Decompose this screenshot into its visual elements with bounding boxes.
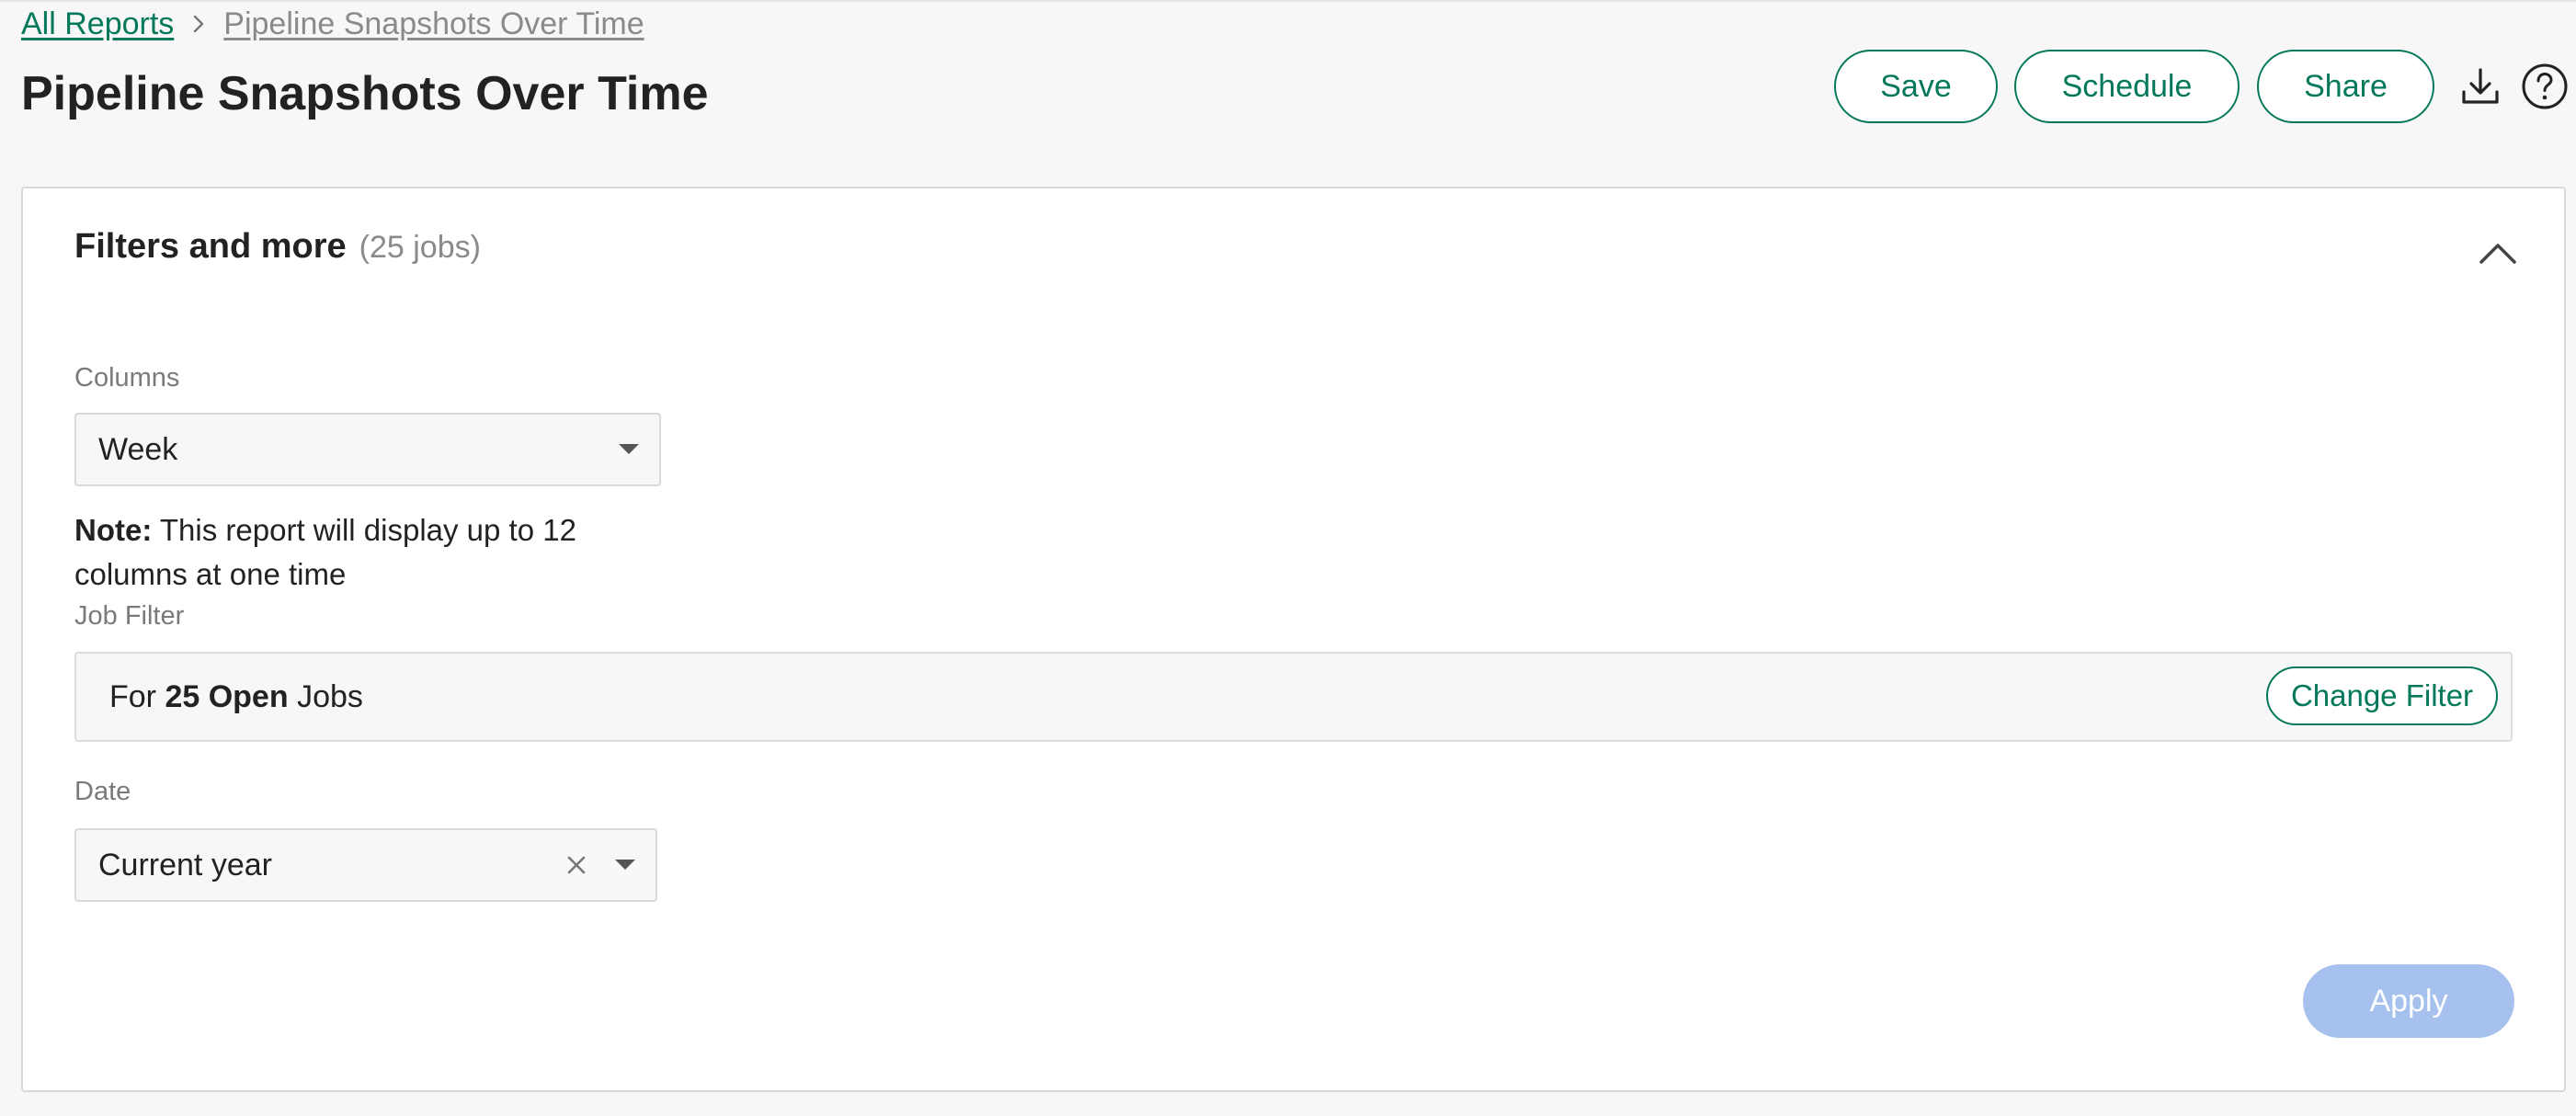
caret-down-icon <box>615 860 635 870</box>
jobs-count: (25 jobs) <box>359 230 481 265</box>
header-actions: Save Schedule Share <box>1834 49 2576 124</box>
apply-button[interactable]: Apply <box>2303 964 2514 1038</box>
help-icon[interactable] <box>2521 63 2569 110</box>
breadcrumb-current: Pipeline Snapshots Over Time <box>223 6 644 41</box>
job-filter-suffix: Jobs <box>288 678 363 714</box>
filters-panel: Filters and more (25 jobs) Columns Week … <box>21 187 2566 1092</box>
job-filter-box: For 25 Open Jobs Change Filter <box>74 652 2513 742</box>
filters-header: Filters and more (25 jobs) <box>74 227 481 267</box>
download-icon[interactable] <box>2456 63 2504 110</box>
top-border <box>0 0 2576 2</box>
save-button[interactable]: Save <box>1834 50 1998 123</box>
breadcrumb: All Reports Pipeline Snapshots Over Time <box>21 6 644 42</box>
date-select-value: Current year <box>98 847 272 883</box>
chevron-up-icon[interactable] <box>2474 229 2522 277</box>
share-button[interactable]: Share <box>2257 50 2434 123</box>
chevron-right-icon <box>190 6 207 42</box>
breadcrumb-all-reports-link[interactable]: All Reports <box>21 6 174 42</box>
note-prefix: Note: <box>74 513 153 547</box>
columns-note: Note: This report will display up to 12 … <box>74 508 626 597</box>
change-filter-button[interactable]: Change Filter <box>2266 666 2498 725</box>
date-select[interactable]: Current year <box>74 828 657 902</box>
schedule-button[interactable]: Schedule <box>2014 50 2240 123</box>
job-filter-label: Job Filter <box>74 601 185 631</box>
filters-title: Filters and more <box>74 227 347 266</box>
columns-select[interactable]: Week <box>74 413 661 486</box>
job-filter-prefix: For <box>109 678 165 714</box>
clear-icon[interactable] <box>558 847 595 883</box>
job-filter-summary: For 25 Open Jobs <box>109 654 363 740</box>
page-title: Pipeline Snapshots Over Time <box>21 67 709 120</box>
date-label: Date <box>74 777 131 806</box>
columns-select-value: Week <box>98 431 178 467</box>
columns-label: Columns <box>74 363 180 393</box>
job-filter-count: 25 Open <box>165 678 289 714</box>
caret-down-icon <box>619 444 639 454</box>
